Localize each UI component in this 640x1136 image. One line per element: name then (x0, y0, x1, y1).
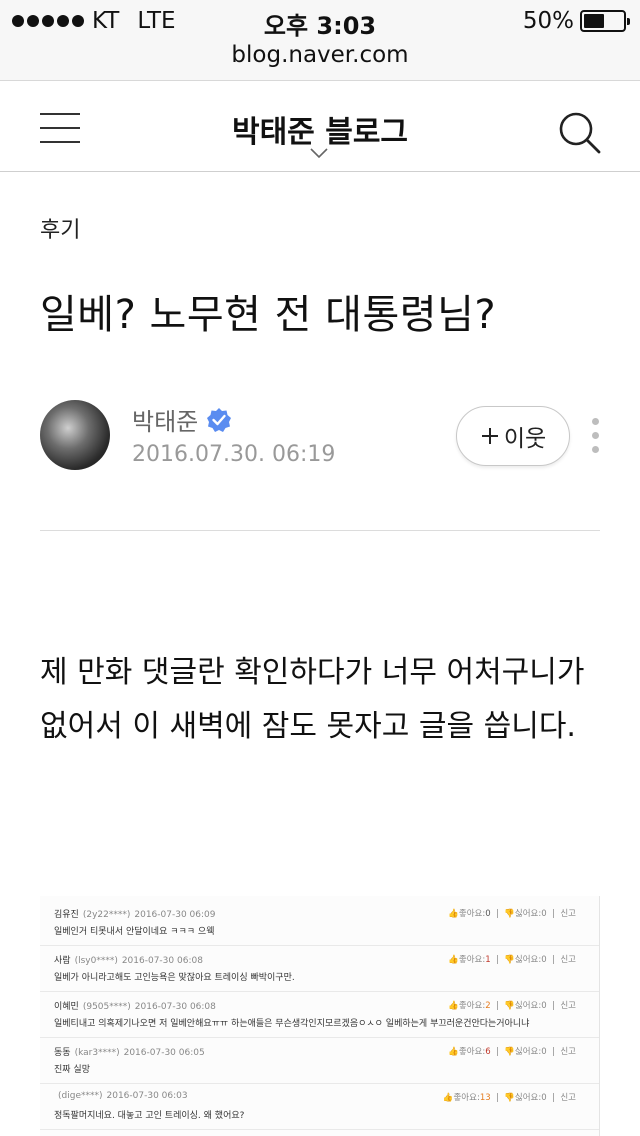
thumbs-up-icon: 👍 (448, 955, 459, 965)
comment-text: 일베인거 티못내서 안달이네요 ㅋㅋㅋ 으웩 (54, 927, 215, 937)
report-link: 신고 (560, 1047, 576, 1057)
comment-actions: 👍좋아요:0 | 👎싫어요:0 | 신고 (448, 909, 576, 919)
comment-text: 일베가 아니라고해도 고인능욕은 맞잖아요 트레이싱 빠박이구만. (54, 973, 295, 983)
like-label: 좋아요 (458, 1001, 483, 1011)
comment-author: (dige****) 2016-07-30 06:03 (54, 1091, 188, 1101)
like-label: 좋아요 (458, 909, 483, 919)
comment-row: (dige****) 2016-07-30 06:03 정독팔머지네요. 대놓고 고… (40, 1084, 599, 1130)
like-label: 좋아요 (458, 1047, 483, 1057)
post-date: 2016.07.30. 06:19 (132, 442, 336, 467)
dislike-label: 싫어요 (514, 909, 539, 919)
battery-info: 50% (522, 8, 630, 34)
like-label: 좋아요 (453, 1093, 477, 1103)
like-count: 13 (479, 1093, 491, 1103)
battery-icon (580, 10, 630, 32)
comment-datetime: 2016-07-30 06:09 (134, 910, 216, 920)
thumbs-down-icon: 👎 (504, 1047, 515, 1057)
comment-datetime: 2016-07-30 06:08 (134, 1002, 216, 1012)
thumbs-down-icon: 👎 (504, 909, 515, 919)
add-neighbor-button[interactable]: 이웃 (456, 406, 570, 466)
embedded-comments-image: 김유진 (2y22****) 2016-07-30 06:09 일베인거 티못내서 안… (40, 896, 600, 1136)
battery-percent: 50% (522, 8, 574, 34)
comment-author: 이혜민 (9505****) 2016-07-30 06:08 (54, 999, 216, 1012)
comment-author: 김유진 (2y22****) 2016-07-30 06:09 (54, 907, 215, 920)
comment-actions: 👍좋아요:2 | 👎싫어요:0 | 신고 (448, 1001, 576, 1011)
status-bar: KT LTE 오후 3:03 50% blog.naver.com (0, 0, 640, 80)
author-name[interactable]: 박태준 (132, 402, 198, 437)
dislike-label: 싫어요 (514, 1047, 539, 1057)
thumbs-down-icon: 👎 (504, 1001, 515, 1011)
comment-author-name: 동동 (54, 1048, 71, 1058)
comment-author-id: (kar3****) (74, 1048, 120, 1058)
report-link: 신고 (560, 1093, 576, 1103)
comment-row: 김유진 (2y22****) 2016-07-30 06:09 일베인거 티못내서 안… (40, 900, 599, 946)
like-count: 2 (485, 1001, 491, 1011)
comment-text: 일베티내고 의혹제기나오면 저 일베안해요ㅠㅠ 하는애들은 무슨생각인지모르겠음… (54, 1019, 530, 1029)
dislike-label: 싫어요 (514, 955, 539, 965)
address-bar[interactable]: blog.naver.com (0, 42, 640, 68)
comment-row: 동동 (kar3****) 2016-07-30 06:05 진짜 실망 👍좋아요:6 … (40, 1038, 599, 1084)
post-title: 일베? 노무현 전 대통령님? (40, 292, 497, 338)
divider (40, 530, 600, 531)
chevron-down-icon[interactable] (310, 147, 328, 159)
comment-author-name: 사람 (54, 956, 71, 966)
like-label: 좋아요 (458, 955, 483, 965)
comment-row: 이혜민 (9505****) 2016-07-30 06:08 일베티내고 의혹제기나… (40, 992, 599, 1038)
thumbs-up-icon: 👍 (448, 909, 459, 919)
comment-author-name: 김유진 (54, 910, 79, 920)
more-options-icon[interactable] (592, 418, 600, 454)
dislike-count: 0 (541, 909, 547, 919)
thumbs-down-icon: 👎 (504, 955, 515, 965)
report-link: 신고 (560, 955, 576, 965)
comment-author-name: 이혜민 (54, 1002, 79, 1012)
thumbs-up-icon: 👍 (442, 1093, 454, 1103)
comment-author-id: (2y22****) (82, 910, 131, 920)
comment-text: 정독팔머지네요. 대놓고 고인 트레이싱. 왜 했어요? (54, 1111, 245, 1121)
comment-author-id: (dige****) (58, 1091, 103, 1101)
like-count: 6 (485, 1047, 491, 1057)
comment-author-id: (9505****) (82, 1002, 131, 1012)
verified-badge-icon (207, 407, 232, 432)
comment-actions: 👍좋아요:13 | 👎싫어요:0 | 신고 (442, 1093, 576, 1103)
like-count: 1 (485, 955, 491, 965)
dislike-count: 0 (541, 1047, 547, 1057)
blog-title[interactable]: 박태준 블로그 (0, 107, 640, 151)
author-avatar[interactable] (40, 400, 110, 470)
report-link: 신고 (560, 1001, 576, 1011)
comment-row: 사람 (lsy0****) 2016-07-30 06:08 일베가 아니라고해도 고… (40, 946, 599, 992)
comment-text: 진짜 실망 (54, 1065, 90, 1075)
comment-author: 사람 (lsy0****) 2016-07-30 06:08 (54, 953, 203, 966)
report-link: 신고 (560, 909, 576, 919)
thumbs-up-icon: 👍 (448, 1001, 459, 1011)
comment-actions: 👍좋아요:6 | 👎싫어요:0 | 신고 (448, 1047, 576, 1057)
dislike-label: 싫어요 (514, 1001, 539, 1011)
dislike-count: 0 (541, 1093, 547, 1103)
thumbs-down-icon: 👎 (504, 1093, 515, 1103)
author-info: 박태준 (132, 402, 232, 437)
comment-actions: 👍좋아요:1 | 👎싫어요:0 | 신고 (448, 955, 576, 965)
plus-icon (481, 428, 498, 444)
blog-header: 박태준 블로그 (0, 80, 640, 172)
search-icon[interactable] (556, 109, 602, 155)
dislike-count: 0 (541, 1001, 547, 1011)
comment-datetime: 2016-07-30 06:08 (121, 956, 203, 966)
post-category[interactable]: 후기 (40, 212, 80, 244)
comment-datetime: 2016-07-30 06:03 (106, 1091, 188, 1101)
comment-author: 동동 (kar3****) 2016-07-30 06:05 (54, 1045, 205, 1058)
like-count: 0 (485, 909, 491, 919)
thumbs-up-icon: 👍 (448, 1047, 459, 1057)
comment-datetime: 2016-07-30 06:05 (123, 1048, 205, 1058)
comment-author-id: (lsy0****) (74, 956, 118, 966)
dislike-count: 0 (541, 955, 547, 965)
dislike-label: 싫어요 (514, 1093, 539, 1103)
post-body-text: 제 만화 댓글란 확인하다가 너무 어처구니가 없어서 이 새벽에 잠도 못자고… (40, 655, 585, 744)
add-neighbor-label: 이웃 (503, 426, 547, 452)
